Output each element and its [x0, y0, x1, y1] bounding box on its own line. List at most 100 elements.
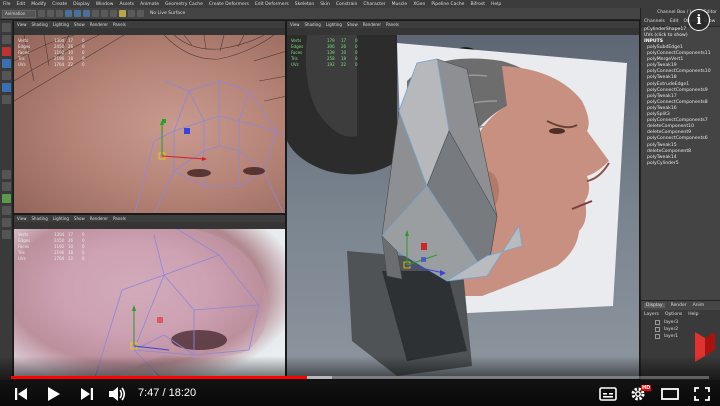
menu-help[interactable]: Help	[491, 2, 501, 7]
viewport-menu-lighting[interactable]: Lighting	[53, 216, 69, 221]
lasso-tool-icon[interactable]	[2, 35, 11, 44]
viewport-top-left[interactable]: View Shading Lighting Show Renderer Pane…	[13, 20, 286, 214]
four-view-icon[interactable]	[2, 182, 11, 191]
tab-edit[interactable]: Edit	[670, 19, 679, 24]
viewport-menu-lighting[interactable]: Lighting	[53, 22, 69, 27]
duration: 18:20	[168, 387, 197, 399]
info-icon[interactable]: i	[688, 9, 710, 31]
played-bar	[11, 376, 308, 379]
menu-xgen[interactable]: XGen	[413, 2, 425, 7]
fullscreen-button[interactable]	[692, 385, 712, 403]
menu-create-deformers[interactable]: Create Deformers	[209, 2, 249, 7]
menu-display[interactable]: Display	[73, 2, 90, 7]
ipr-render-icon[interactable]	[137, 10, 144, 17]
viewport-menu-renderer[interactable]: Renderer	[90, 216, 108, 221]
viewport-menu-show[interactable]: Show	[74, 22, 85, 27]
move-tool-icon[interactable]	[2, 59, 11, 68]
volume-button[interactable]	[106, 385, 128, 403]
menu-options[interactable]: Options	[665, 312, 682, 317]
snap-point-icon[interactable]	[110, 10, 117, 17]
menu-create[interactable]: Create	[52, 2, 67, 7]
progress-bar[interactable]	[11, 376, 709, 379]
viewport-menu-shading[interactable]: Shading	[32, 22, 48, 27]
snap-grid-icon[interactable]	[92, 10, 99, 17]
viewport-menu-lighting[interactable]: Lighting	[326, 22, 342, 27]
input-node[interactable]: polyCylinder5	[644, 161, 720, 167]
visibility-toggle[interactable]	[655, 327, 660, 332]
subtitles-button[interactable]	[598, 385, 618, 403]
menu-window[interactable]: Window	[96, 2, 114, 7]
menu-muscle[interactable]: Muscle	[392, 2, 408, 7]
menu-edit-deformers[interactable]: Edit Deformers	[255, 2, 289, 7]
render-icon[interactable]	[128, 10, 135, 17]
viewport-menu-show[interactable]: Show	[347, 22, 358, 27]
next-button[interactable]	[78, 385, 96, 403]
viewport-menu-view[interactable]: View	[290, 22, 300, 27]
viewport-menu-show[interactable]: Show	[74, 216, 85, 221]
scale-tool-icon[interactable]	[2, 83, 11, 92]
viewport-menu-panels[interactable]: Panels	[113, 216, 126, 221]
menu-edit[interactable]: Edit	[17, 2, 26, 7]
rotate-tool-icon[interactable]	[2, 71, 11, 80]
viewport-menu-view[interactable]: View	[17, 22, 27, 27]
menu-skeleton[interactable]: Skeleton	[295, 2, 314, 7]
time-display: 7:47 / 18:20	[138, 387, 197, 399]
last-tool-icon[interactable]	[2, 95, 11, 104]
snap-curve-icon[interactable]	[101, 10, 108, 17]
menu-geometry-cache[interactable]: Geometry Cache	[165, 2, 203, 7]
move-manipulator[interactable]	[158, 119, 207, 161]
tab-anim-layers[interactable]: Anim	[693, 303, 705, 308]
tab-render-layers[interactable]: Render	[671, 303, 687, 308]
paint-select-tool-icon[interactable]	[2, 47, 11, 56]
menu-assets[interactable]: Assets	[119, 2, 134, 7]
menu-skin[interactable]: Skin	[320, 2, 330, 7]
viewport-menu-panels[interactable]: Panels	[113, 22, 126, 27]
select-component-icon[interactable]	[83, 10, 90, 17]
viewport-toolbar[interactable]	[287, 28, 639, 35]
persp-graph-icon[interactable]	[2, 218, 11, 227]
hypershade-layout-icon[interactable]	[2, 230, 11, 239]
viewport-menu: View Shading Lighting Show Renderer Pane…	[287, 21, 639, 28]
viewport-menu-shading[interactable]: Shading	[305, 22, 321, 27]
menu-layers[interactable]: Layers	[644, 312, 659, 317]
layer-row[interactable]: layer3	[641, 319, 720, 326]
tab-display-layers[interactable]: Display	[644, 303, 665, 308]
viewport-menu-shading[interactable]: Shading	[32, 216, 48, 221]
viewport-menu-panels[interactable]: Panels	[386, 22, 399, 27]
select-object-icon[interactable]	[74, 10, 81, 17]
viewport-menu-view[interactable]: View	[17, 216, 27, 221]
visibility-toggle[interactable]	[655, 320, 660, 325]
previous-button[interactable]	[12, 385, 30, 403]
hd-badge: HD	[641, 385, 652, 391]
menu-bifrost[interactable]: Bifrost	[470, 2, 485, 7]
viewport-toolbar[interactable]	[14, 222, 285, 229]
single-view-icon[interactable]	[2, 170, 11, 179]
menu-modify[interactable]: Modify	[31, 2, 46, 7]
mode-selector[interactable]: Animation	[2, 9, 36, 18]
viewport-menu: View Shading Lighting Show Renderer Pane…	[14, 215, 285, 222]
theater-mode-button[interactable]	[660, 385, 680, 403]
menu-layer-help[interactable]: Help	[688, 312, 698, 317]
viewport-menu-renderer[interactable]: Renderer	[363, 22, 381, 27]
tab-channels[interactable]: Channels	[644, 19, 665, 24]
select-hierarchy-icon[interactable]	[65, 10, 72, 17]
persp-outliner-icon[interactable]	[2, 206, 11, 215]
play-button[interactable]	[44, 385, 64, 403]
viewport-toolbar[interactable]	[14, 28, 285, 35]
open-scene-icon[interactable]	[47, 10, 54, 17]
volume-icon	[109, 387, 126, 401]
save-scene-icon[interactable]	[56, 10, 63, 17]
menu-animate[interactable]: Animate	[140, 2, 159, 7]
magnet-icon[interactable]	[119, 10, 126, 17]
new-scene-icon[interactable]	[38, 10, 45, 17]
visibility-toggle[interactable]	[655, 334, 660, 339]
viewport-perspective[interactable]: View Shading Lighting Show Renderer Pane…	[286, 20, 640, 380]
select-tool-icon[interactable]	[2, 23, 11, 32]
side-by-side-view-icon[interactable]	[2, 194, 11, 203]
theater-icon	[661, 388, 679, 400]
menu-pipeline-cache[interactable]: Pipeline Cache	[431, 2, 464, 7]
viewport-menu-renderer[interactable]: Renderer	[90, 22, 108, 27]
menu-constrain[interactable]: Constrain	[336, 2, 358, 7]
menu-character[interactable]: Character	[363, 2, 385, 7]
menu-file[interactable]: File	[3, 2, 11, 7]
